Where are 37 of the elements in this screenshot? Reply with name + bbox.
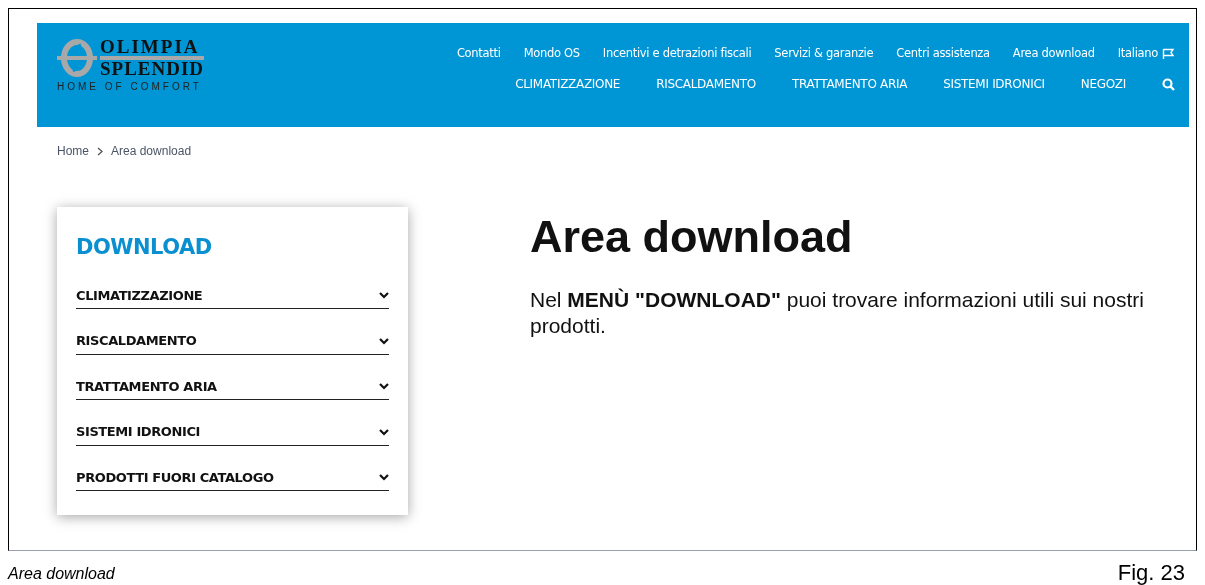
language-label: Italiano [1117,45,1158,62]
main-nav-link[interactable]: RISCALDAMENTO [656,75,756,94]
category-dropdown[interactable]: SISTEMI IDRONICI [76,422,389,446]
top-nav-link[interactable]: Contatti [456,45,501,63]
chevron-icon [379,473,389,482]
main-nav-link[interactable]: CLIMATIZZAZIONE [515,75,621,94]
chevron-icon [379,336,389,345]
logo-wordmark: SPLENDID [100,60,205,78]
top-nav-link[interactable]: Servizi & garanzie [774,45,874,63]
category-dropdown[interactable]: TRATTAMENTO ARIA [76,376,389,400]
top-nav-link[interactable]: Area download [1012,45,1095,63]
logo-wordmark: OLIMPIA [100,38,205,60]
category-dropdown[interactable]: PRODOTTI FUORI CATALOGO [76,467,389,491]
main-nav-link[interactable]: NEGOZI [1080,75,1126,94]
top-nav-link[interactable]: Centri assistenza [896,45,990,63]
top-nav-link[interactable]: Incentivi e detrazioni fiscali [602,45,752,63]
main-nav-link[interactable]: TRATTAMENTO ARIA [791,75,908,94]
chevron-icon [379,382,389,391]
category-dropdown[interactable]: CLIMATIZZAZIONE [76,285,389,309]
figure-number: Fig. 23 [1117,559,1185,585]
breadcrumb-link[interactable]: Home [57,142,89,160]
breadcrumb-link[interactable]: Area download [111,142,192,160]
flag-icon [1162,47,1175,60]
logo-emblem-icon [57,39,97,77]
logo-tagline: HOME OF COMFORT [57,80,203,94]
search-icon[interactable] [1162,77,1175,91]
top-nav-link[interactable]: Mondo OS [523,45,580,63]
page-title: Area download [530,210,854,264]
chevron-right-icon [97,146,103,156]
category-dropdown[interactable]: RISCALDAMENTO [76,331,389,355]
chevron-icon [379,427,389,436]
main-nav-link[interactable]: SISTEMI IDRONICI [943,75,1045,94]
figure-caption: Area download [8,564,115,584]
intro-paragraph: Nel MENÙ "DOWNLOAD" puoi trovare informazioni utili sui nostri prodotti. [530,287,1145,340]
chevron-icon [379,291,389,300]
language-link[interactable]: Italiano [1117,45,1175,63]
sidebar-title: DOWNLOAD [76,234,213,261]
